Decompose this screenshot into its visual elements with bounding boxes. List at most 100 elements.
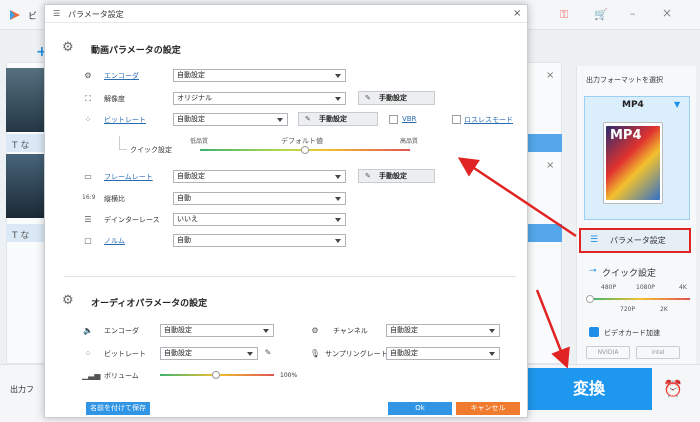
channel-icon: ⚙ [311, 326, 319, 335]
audio-bitrate-icon: ⁘ [84, 349, 92, 358]
quick-tick-label: 1080P [636, 284, 655, 291]
resolution-icon: ⛶ [85, 94, 91, 103]
resolution-label: 解像度 [104, 95, 125, 103]
vbr-label[interactable]: VBR [402, 115, 416, 123]
resolution-manual-button[interactable]: ✎ 手動設定 [358, 91, 435, 105]
sliders-icon: ☰ [53, 9, 61, 18]
gpu-accel-label: ビデオカード加速 [604, 329, 660, 337]
audio-encoder-select[interactable]: 自動設定 [160, 324, 274, 337]
deinterlace-label: デインターレース [104, 216, 160, 224]
video-bitrate-select[interactable]: 自動設定 [173, 113, 288, 126]
volume-knob[interactable] [212, 371, 220, 379]
framerate-label[interactable]: フレームレート [104, 172, 153, 182]
speaker-icon: 🔈 [83, 326, 93, 335]
audio-section-title: オーディオパラメータの設定 [91, 299, 208, 309]
video-thumbnail[interactable] [6, 154, 46, 218]
video-section-title: 動画パラメータの設定 [91, 46, 181, 56]
quality-low-label: 低品質 [190, 138, 209, 145]
volume-value: 100% [280, 372, 298, 379]
norm-label[interactable]: ノルム [104, 236, 125, 246]
gpu-accel-checkbox[interactable] [589, 327, 599, 337]
app-title: ビ [28, 12, 38, 22]
bracket-line [119, 136, 120, 150]
framerate-manual-label: 手動設定 [379, 172, 407, 180]
norm-icon: ▢ [84, 236, 92, 245]
save-as-button[interactable]: 名前を付けて保存 [86, 402, 150, 415]
format-dropdown-icon[interactable]: ▼ [674, 100, 680, 109]
close-app-button[interactable]: × [662, 6, 672, 20]
file-name-text: T な [12, 231, 30, 241]
ok-button[interactable]: Ok [388, 402, 452, 415]
audio-encoder-label: エンコーダ [104, 327, 139, 335]
quality-default-label: デフォルト値 [281, 137, 323, 145]
bracket-line [119, 149, 127, 150]
bitrate-manual-button[interactable]: ✎ 手動設定 [298, 112, 378, 126]
minimize-button[interactable]: – [630, 7, 636, 20]
channel-label: チャンネル [333, 327, 368, 335]
video-encoder-select[interactable]: 自動設定 [173, 69, 346, 82]
video-bitrate-label[interactable]: ビットレート [104, 115, 146, 125]
video-thumbnail[interactable] [6, 68, 46, 132]
deinterlace-select[interactable]: いいえ [173, 213, 346, 226]
pencil-icon[interactable]: ✎ [262, 348, 274, 357]
remove-file-icon[interactable]: × [546, 160, 554, 171]
video-settings-icon: ⚙ [62, 40, 74, 55]
video-encoder-label[interactable]: エンコーダ [104, 71, 139, 81]
alarm-clock-icon[interactable]: ⏰ [656, 372, 690, 406]
quick-tick-label: 2K [660, 306, 668, 313]
volume-icon: ▁▃▅ [82, 371, 101, 380]
framerate-manual-button[interactable]: ✎ 手動設定 [358, 169, 435, 183]
aspect-label: 縦横比 [104, 195, 125, 203]
key-icon[interactable]: ⚿ [560, 8, 568, 22]
video-quality-knob[interactable] [301, 146, 309, 154]
audio-bitrate-label: ビットレート [104, 350, 146, 358]
resolution-select[interactable]: オリジナル [173, 92, 346, 105]
intel-badge: intel [636, 346, 680, 359]
channel-select[interactable]: 自動設定 [386, 324, 500, 337]
remove-file-icon[interactable]: × [546, 70, 554, 81]
convert-button[interactable]: 変換 [526, 368, 652, 410]
lossless-checkbox[interactable] [452, 115, 461, 124]
bitrate-icon: ⁘ [84, 115, 92, 124]
quick-settings-icon: ⊸ [589, 266, 597, 276]
dialog-close-icon[interactable]: × [513, 8, 521, 19]
pencil-icon: ✎ [305, 115, 311, 123]
samplerate-select[interactable]: 自動設定 [386, 347, 500, 360]
framerate-icon: ▭ [84, 172, 92, 181]
file-name-text: T な [12, 141, 30, 151]
cart-icon[interactable]: 🛒 [594, 8, 608, 21]
file-output-strip [526, 134, 562, 152]
samplerate-label: サンプリングレート [325, 350, 388, 358]
cancel-button[interactable]: キャンセル [456, 402, 520, 415]
norm-select[interactable]: 自動 [173, 234, 346, 247]
quick-settings-label: クイック設定 [602, 269, 657, 279]
volume-label: ボリューム [104, 372, 139, 380]
quick-tick-label: 4K [679, 284, 687, 291]
framerate-select[interactable]: 自動設定 [173, 170, 346, 183]
quick-tick-label: 720P [620, 306, 636, 313]
mp4-icon-label: MP4 [610, 128, 642, 143]
video-quick-label: クイック設定 [130, 146, 172, 154]
pencil-icon: ✎ [365, 172, 371, 180]
dialog-title: パラメータ設定 [68, 10, 124, 19]
quick-settings-knob[interactable] [586, 295, 594, 303]
nvidia-badge: NVIDIA [586, 346, 630, 359]
microphone-icon: 🎙 [309, 349, 321, 358]
resolution-manual-label: 手動設定 [379, 94, 407, 102]
quality-high-label: 高品質 [400, 138, 419, 145]
aspect-select[interactable]: 自動 [173, 192, 346, 205]
sliders-icon: ☰ [590, 235, 599, 245]
file-output-strip [526, 224, 562, 242]
section-divider [64, 276, 516, 277]
audio-settings-icon: ⚙ [62, 293, 74, 308]
deinterlace-icon: ☰ [84, 215, 92, 224]
app-logo-icon [10, 10, 20, 20]
vbr-checkbox[interactable] [389, 115, 398, 124]
audio-bitrate-select[interactable]: 自動設定 [160, 347, 258, 360]
aspect-ratio-icon: 16:9 [82, 194, 96, 201]
lossless-label[interactable]: ロスレスモード [464, 115, 513, 125]
pencil-icon: ✎ [365, 94, 371, 102]
quick-settings-slider[interactable] [590, 298, 690, 300]
parameter-settings-label: パラメータ設定 [610, 236, 666, 245]
output-folder-label: 出力フ [10, 385, 34, 394]
